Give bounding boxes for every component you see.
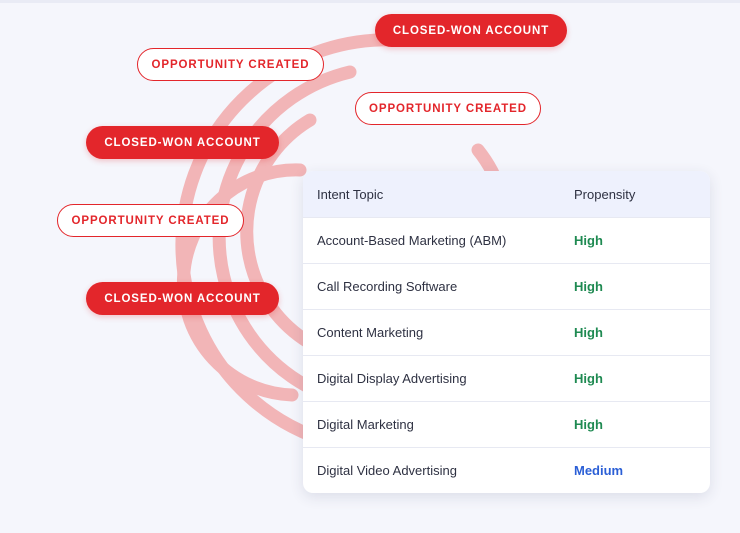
closed-won-pill-1: CLOSED-WON ACCOUNT (375, 14, 567, 47)
table-header-row: Intent Topic Propensity (303, 171, 710, 217)
table-row: Call Recording Software High (303, 263, 710, 309)
closed-won-pill-2: CLOSED-WON ACCOUNT (86, 126, 279, 159)
table-row: Account-Based Marketing (ABM) High (303, 217, 710, 263)
propensity-cell: High (574, 279, 603, 294)
intent-topic-cell: Content Marketing (317, 325, 424, 340)
column-header-intent-topic: Intent Topic (317, 186, 384, 202)
intent-topic-cell: Digital Marketing (317, 417, 414, 432)
opportunity-pill-3: OPPORTUNITY CREATED (57, 204, 244, 237)
propensity-cell: High (574, 371, 603, 386)
intent-topic-cell: Digital Display Advertising (317, 371, 467, 386)
table-row: Digital Display Advertising High (303, 355, 710, 401)
closed-won-pill-3: CLOSED-WON ACCOUNT (86, 282, 279, 315)
propensity-cell: High (574, 233, 603, 248)
intent-topic-cell: Call Recording Software (317, 279, 458, 294)
intent-topic-cell: Digital Video Advertising (317, 463, 457, 478)
propensity-cell: Medium (574, 463, 624, 478)
propensity-cell: High (574, 325, 603, 340)
opportunity-pill-1: OPPORTUNITY CREATED (137, 48, 324, 81)
opportunity-pill-2: OPPORTUNITY CREATED (355, 92, 541, 125)
column-header-propensity: Propensity (574, 186, 636, 202)
table-row: Digital Video Advertising Medium (303, 447, 710, 493)
table-row: Digital Marketing High (303, 401, 710, 447)
propensity-cell: High (574, 417, 603, 432)
intent-topics-table: Intent Topic Propensity Account-Based Ma… (303, 171, 710, 493)
table-row: Content Marketing High (303, 309, 710, 355)
intent-topic-cell: Account-Based Marketing (ABM) (317, 233, 507, 248)
